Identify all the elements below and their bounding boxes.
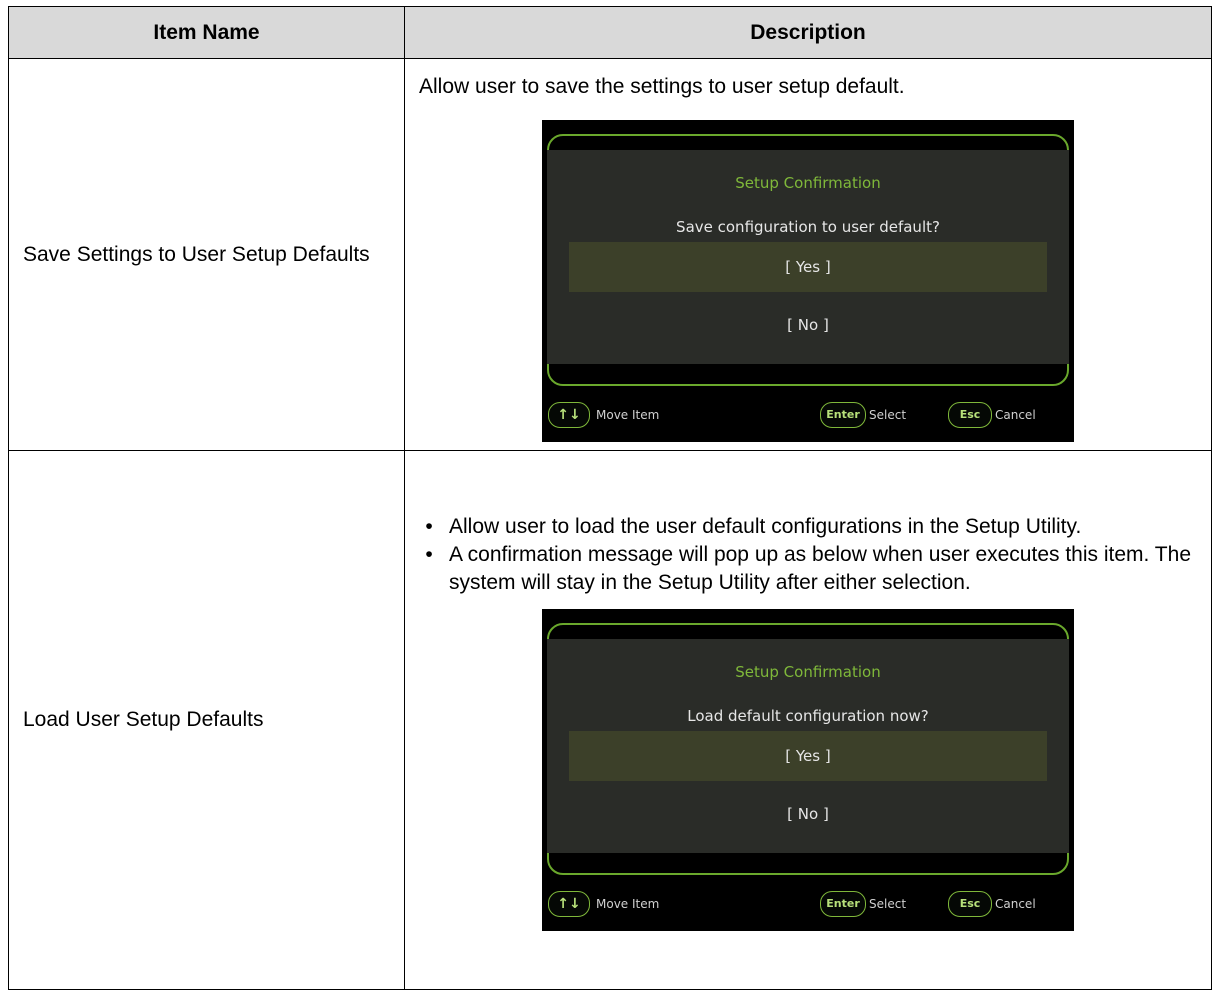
- no-option[interactable]: [ No ]: [542, 805, 1074, 823]
- yes-option[interactable]: [ Yes ]: [569, 731, 1047, 781]
- dialog-footer: ↑↓ Move Item Enter Select Esc Cancel: [542, 392, 1074, 442]
- table-row: Load User Setup Defaults • Allow user to…: [8, 450, 1212, 990]
- item-description-table: Item Name Description Save Settings to U…: [8, 6, 1212, 990]
- bullet-text: Allow user to load the user default conf…: [449, 515, 1082, 538]
- select-label: Select: [869, 408, 907, 422]
- dialog-question: Save configuration to user default?: [676, 218, 940, 236]
- bullet-icon: •: [425, 515, 433, 538]
- select-label: Select: [869, 897, 907, 911]
- dialog-title: Setup Confirmation: [735, 663, 881, 681]
- setup-confirmation-dialog: Setup Confirmation Load default configur…: [542, 609, 1074, 931]
- description-cell: Allow user to save the settings to user …: [404, 58, 1212, 451]
- enter-key-icon: Enter: [820, 891, 866, 917]
- item-name-cell: Load User Setup Defaults: [8, 450, 405, 990]
- bullet-text: A confirmation message will pop up as be…: [449, 543, 1191, 594]
- cancel-label: Cancel: [995, 408, 1036, 422]
- esc-key-icon: Esc: [948, 891, 992, 917]
- move-item-label: Move Item: [596, 897, 660, 911]
- dialog-question: Load default configuration now?: [687, 707, 929, 725]
- bullet-icon: •: [425, 543, 433, 566]
- dialog-footer: ↑↓ Move Item Enter Select Esc Cancel: [542, 881, 1074, 931]
- column-header-description: Description: [404, 6, 1212, 59]
- esc-key-icon: Esc: [948, 402, 992, 428]
- item-name-cell: Save Settings to User Setup Defaults: [8, 58, 405, 451]
- move-item-label: Move Item: [596, 408, 660, 422]
- yes-option[interactable]: [ Yes ]: [569, 242, 1047, 292]
- description-bullets: • Allow user to load the user default co…: [419, 513, 1197, 597]
- cancel-label: Cancel: [995, 897, 1036, 911]
- bullet-item: • A confirmation message will pop up as …: [419, 541, 1197, 597]
- description-text: Allow user to save the settings to user …: [419, 75, 905, 98]
- arrow-keys-icon: ↑↓: [548, 891, 590, 917]
- no-option[interactable]: [ No ]: [542, 316, 1074, 334]
- enter-key-icon: Enter: [820, 402, 866, 428]
- arrow-keys-icon: ↑↓: [548, 402, 590, 428]
- column-header-item-name: Item Name: [8, 6, 405, 59]
- table-row: Save Settings to User Setup Defaults All…: [8, 58, 1212, 451]
- setup-confirmation-dialog: Setup Confirmation Save configuration to…: [542, 120, 1074, 442]
- dialog-title: Setup Confirmation: [735, 174, 881, 192]
- bullet-item: • Allow user to load the user default co…: [419, 513, 1197, 541]
- table-header-row: Item Name Description: [8, 6, 1212, 59]
- description-cell: • Allow user to load the user default co…: [404, 450, 1212, 990]
